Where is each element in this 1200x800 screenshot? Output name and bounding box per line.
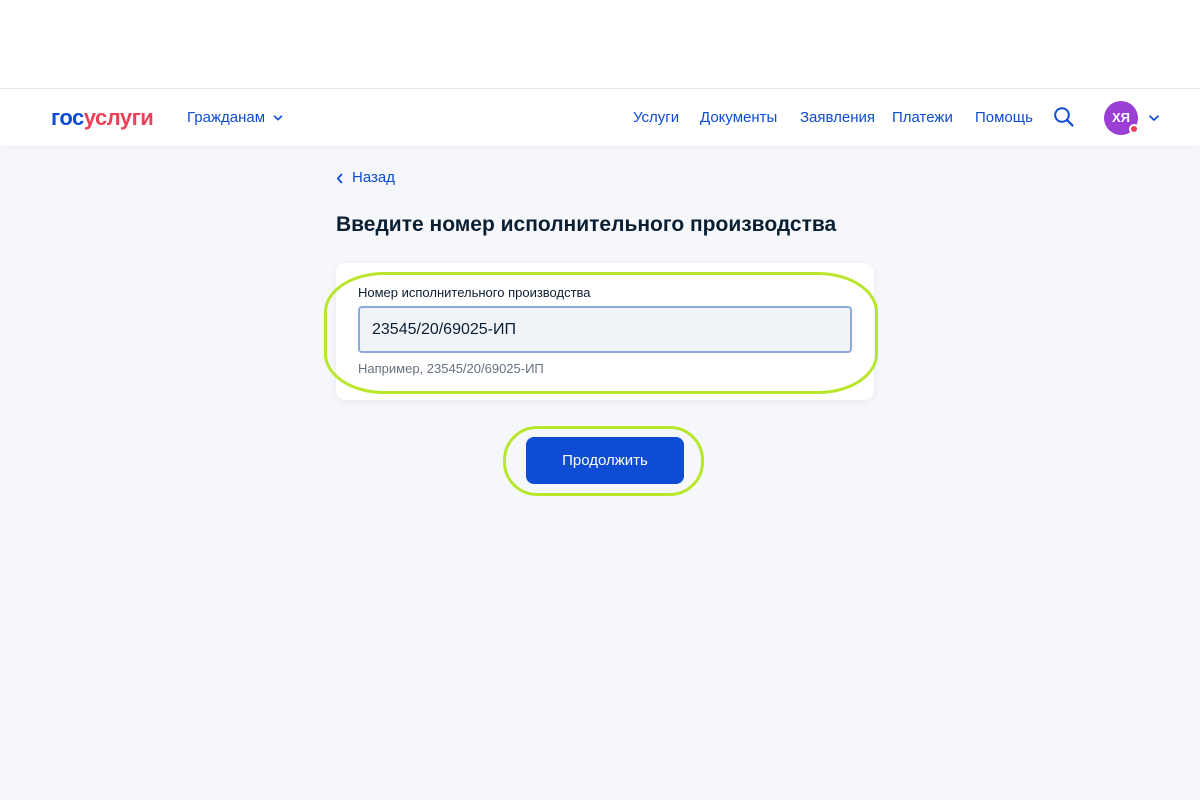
enforcement-number-input[interactable]: [358, 306, 852, 353]
page-title: Введите номер исполнительного производст…: [336, 213, 837, 236]
back-label: Назад: [352, 169, 395, 186]
nav-help[interactable]: Помощь: [975, 108, 1033, 128]
user-avatar[interactable]: ХЯ: [1104, 101, 1139, 135]
field-label: Номер исполнительного производства: [358, 285, 591, 300]
nav-documents[interactable]: Документы: [700, 108, 777, 128]
back-link[interactable]: Назад: [336, 169, 395, 187]
gosuslugi-logo[interactable]: госуслуги: [51, 105, 154, 131]
logo-gos-part: гос: [51, 105, 84, 130]
site-header: госуслуги Гражданам Услуги Документы Зая…: [0, 88, 1200, 146]
logo-uslugi-part: услуги: [83, 105, 154, 130]
nav-applications[interactable]: Заявления: [800, 108, 875, 128]
chevron-down-icon: [273, 115, 283, 121]
notification-dot-icon: [1129, 124, 1139, 134]
profile-chevron-down-icon[interactable]: [1148, 112, 1160, 124]
browser-top-area: [0, 0, 1200, 88]
nav-services[interactable]: Услуги: [633, 108, 679, 128]
nav-payments[interactable]: Платежи: [892, 108, 953, 128]
chevron-left-icon: [336, 173, 343, 183]
continue-button[interactable]: Продолжить: [526, 437, 684, 484]
form-card: Номер исполнительного производства Напри…: [336, 263, 874, 400]
field-hint: Например, 23545/20/69025-ИП: [358, 361, 544, 376]
avatar-initials: ХЯ: [1111, 110, 1130, 125]
audience-label: Гражданам: [187, 109, 266, 126]
search-icon[interactable]: [1053, 106, 1075, 128]
audience-selector[interactable]: Гражданам: [187, 108, 283, 128]
